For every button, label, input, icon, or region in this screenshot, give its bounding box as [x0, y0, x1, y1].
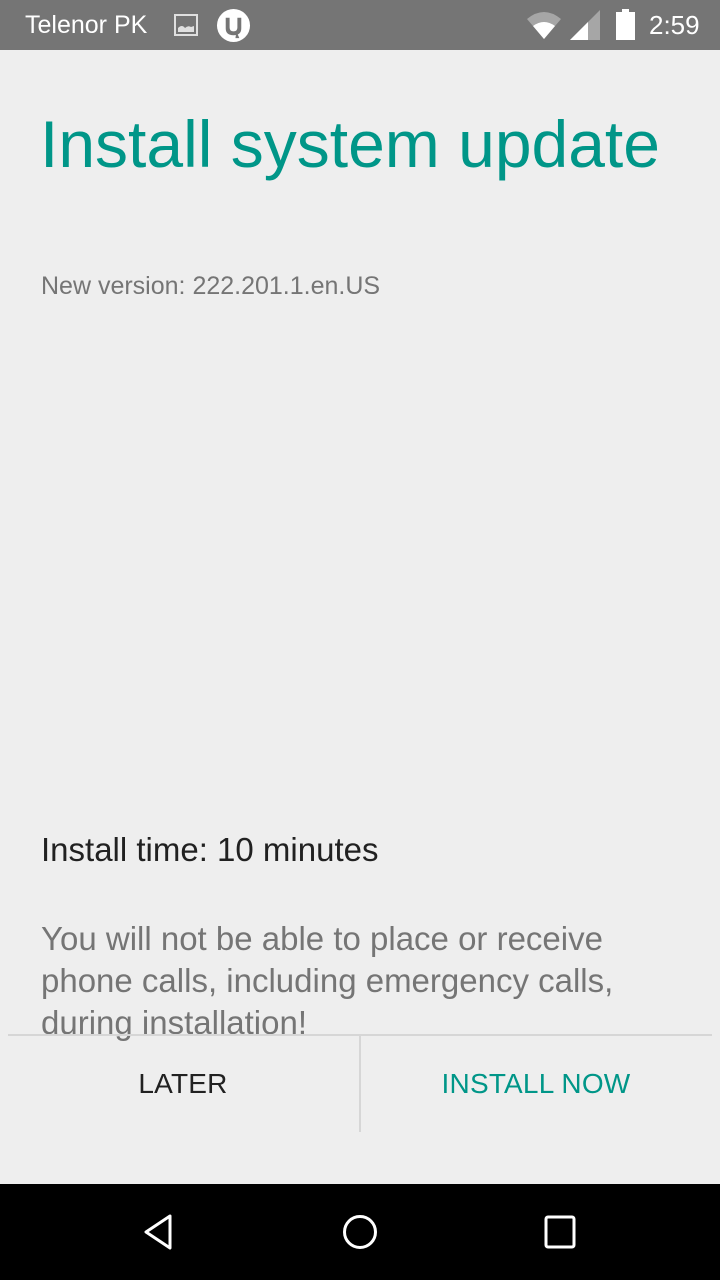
- back-icon[interactable]: [140, 1212, 180, 1252]
- later-button[interactable]: LATER: [8, 1036, 358, 1132]
- warning-message: You will not be able to place or receive…: [41, 920, 614, 1041]
- system-update-screen: Install system update New version: 222.2…: [0, 50, 720, 1184]
- install-now-button[interactable]: INSTALL NOW: [361, 1036, 711, 1132]
- clock: 2:59: [649, 10, 700, 40]
- wifi-icon: [527, 12, 561, 39]
- carrier-name: Telenor PK: [25, 11, 148, 39]
- image-icon: [174, 14, 198, 36]
- home-icon[interactable]: [340, 1212, 380, 1252]
- navigation-bar: [0, 1184, 720, 1280]
- recents-icon[interactable]: [540, 1212, 580, 1252]
- install-time-label: Install time: 10 minutes: [41, 831, 379, 868]
- battery-icon: [616, 9, 635, 40]
- status-bar: Telenor PK 2:59: [0, 0, 720, 50]
- version-label: New version: 222.201.1.en.US: [41, 272, 381, 300]
- page-title: Install system update: [40, 107, 660, 181]
- utorrent-icon: [216, 8, 251, 43]
- cell-signal-icon: [570, 10, 600, 40]
